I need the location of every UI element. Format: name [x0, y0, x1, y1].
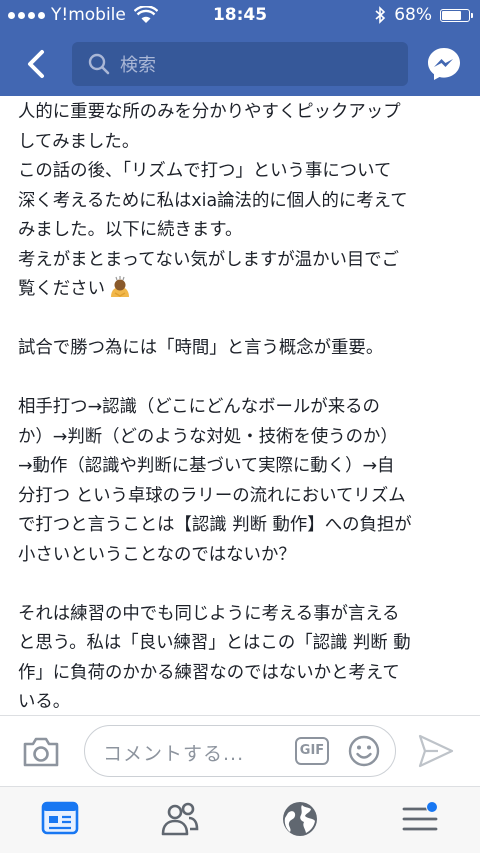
- post-line: で打つと言うことは【認識 判断 動作】への負担が: [18, 515, 412, 535]
- back-chevron-icon[interactable]: [20, 46, 56, 82]
- search-icon: [88, 53, 110, 75]
- post-line: →動作（認識や判断に基づいて実際に動く）→自: [18, 456, 395, 476]
- comment-bar: コメントする... GIF: [0, 716, 480, 786]
- send-icon[interactable]: [418, 734, 454, 768]
- tab-bar: [0, 786, 480, 853]
- post-line: この話の後、「リズムで打つ」という事について: [18, 161, 392, 181]
- post-line: 人的に重要な所のみを分かりやすくピックアップ: [18, 102, 401, 122]
- post-line: 深く考えるために私はxia論法的に個人的に考えて: [18, 190, 408, 211]
- post-line: 相手打つ→認識（どこにどんなボールが来るの: [18, 397, 380, 417]
- status-bar: Y!mobile 18:45 68%: [0, 0, 480, 32]
- bowing-person-emoji: [110, 276, 129, 297]
- post-line: 覧ください: [18, 279, 105, 299]
- post-paragraph: 試合で勝つ為には「時間」と言う概念が重要。: [18, 338, 384, 358]
- post-line: 小さいということなのではないか？: [18, 544, 296, 565]
- smiley-icon[interactable]: [347, 734, 381, 768]
- gif-icon[interactable]: GIF: [295, 737, 329, 765]
- post-line: 考えがまとまってない気がしますが温かい目でご: [18, 249, 400, 270]
- status-right-group: 68%: [375, 5, 473, 25]
- post-line: と思う。私は「良い練習」とはこの「認識 判断 動: [18, 633, 411, 653]
- messenger-icon[interactable]: [426, 46, 462, 82]
- post-line: 分打つ という卓球のラリーの流れにおいてリズム: [18, 485, 406, 506]
- globe-tab[interactable]: [280, 799, 320, 839]
- comment-placeholder: コメントする...: [103, 743, 245, 765]
- battery-percent: 68%: [394, 5, 432, 25]
- camera-icon[interactable]: [22, 736, 60, 768]
- nav-bar: 検索: [0, 32, 480, 96]
- post-line: それは練習の中でも同じように考える事が言える: [18, 603, 400, 624]
- battery-icon: [440, 8, 473, 22]
- bluetooth-icon: [375, 6, 386, 24]
- friends-tab[interactable]: [160, 799, 200, 839]
- news-feed-tab[interactable]: [40, 799, 80, 839]
- post-body: 人的に重要な所のみを分かりやすくピックアップ してみました。 この話の後、「リズ…: [18, 98, 468, 718]
- post-line-with-emoji: 覧ください: [18, 275, 468, 305]
- post-line: してみました。: [18, 131, 140, 152]
- search-input[interactable]: 検索: [72, 42, 408, 86]
- notification-dot: [426, 801, 438, 813]
- post-line: みました。以下に続きます。: [18, 220, 243, 240]
- comment-input[interactable]: コメントする... GIF: [84, 725, 396, 777]
- post-line: いる。: [18, 692, 71, 712]
- post-line: 作」に負荷のかかる練習なのではないかと考えて: [18, 662, 400, 683]
- search-placeholder: 検索: [120, 55, 156, 76]
- post-line: か）→判断（どのような対処・技術を使うのか）: [18, 426, 398, 447]
